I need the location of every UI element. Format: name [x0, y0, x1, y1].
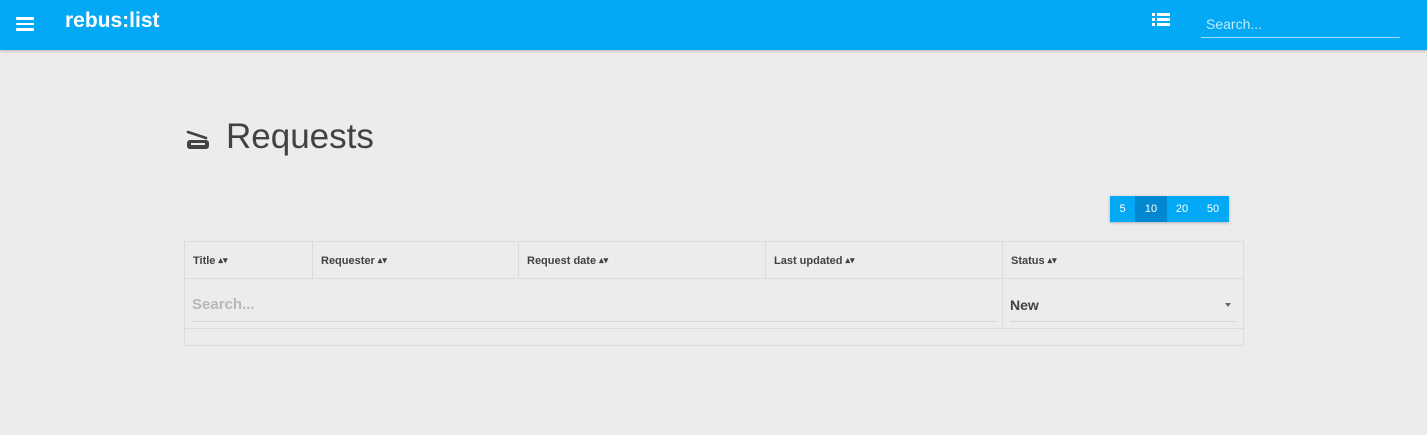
- column-label: Requester: [321, 254, 375, 267]
- requests-table: Title ▴▾ Requester ▴▾ Request date ▴▾ Last …: [184, 241, 1244, 346]
- column-label: Last updated: [774, 254, 843, 267]
- column-header-last-updated[interactable]: Last updated ▴▾: [766, 242, 1003, 279]
- column-header-status[interactable]: Status ▴▾: [1003, 242, 1243, 279]
- column-header-title[interactable]: Title ▴▾: [185, 242, 313, 279]
- filter-divider: [1002, 280, 1003, 329]
- page-heading: Requests: [186, 117, 374, 157]
- filter-row: New: [185, 280, 1243, 329]
- inbox-tray-icon: [186, 130, 209, 149]
- sort-icon: ▴▾: [845, 255, 855, 265]
- column-header-requester[interactable]: Requester ▴▾: [313, 242, 519, 279]
- app-bar: rebus:list: [0, 0, 1427, 50]
- page-size-10-button[interactable]: 10: [1135, 196, 1167, 222]
- page-size-selector: 5 10 20 50: [1110, 196, 1229, 222]
- page-size-5-button[interactable]: 5: [1110, 196, 1135, 222]
- column-header-request-date[interactable]: Request date ▴▾: [519, 242, 766, 279]
- page-size-20-button[interactable]: 20: [1167, 196, 1197, 222]
- table-search-input[interactable]: [192, 288, 997, 322]
- app-title: rebus:list: [65, 9, 160, 32]
- dropdown-caret-icon: [1225, 303, 1231, 307]
- sort-icon: ▴▾: [218, 255, 228, 265]
- page-title: Requests: [226, 117, 374, 156]
- page-size-50-button[interactable]: 50: [1197, 196, 1229, 222]
- status-filter-select[interactable]: New: [1010, 288, 1235, 322]
- table-header: Title ▴▾ Requester ▴▾ Request date ▴▾ Last …: [185, 242, 1243, 279]
- header-search-input[interactable]: [1201, 10, 1400, 38]
- sort-icon: ▴▾: [599, 255, 609, 265]
- sort-icon: ▴▾: [1047, 255, 1057, 265]
- sort-icon: ▴▾: [377, 255, 387, 265]
- list-view-icon[interactable]: [1152, 13, 1172, 29]
- menu-icon[interactable]: [16, 15, 36, 35]
- column-label: Status: [1011, 254, 1045, 267]
- column-label: Title: [193, 254, 216, 267]
- status-filter-value: New: [1010, 297, 1039, 313]
- column-label: Request date: [527, 254, 597, 267]
